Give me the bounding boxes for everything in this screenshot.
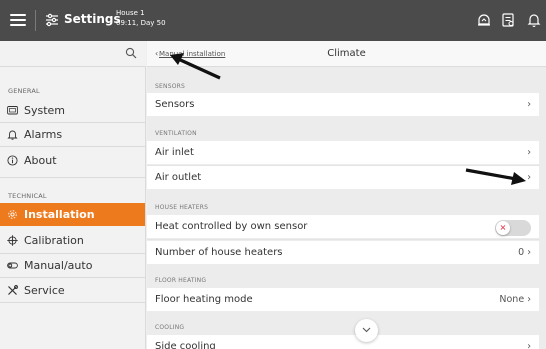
sidebar-item-about[interactable]: About [0,149,145,172]
notes-icon[interactable] [500,12,516,28]
chevron-down-icon [362,327,371,333]
house-info[interactable]: House 1 09:11, Day 50 [116,8,166,28]
app-title: Settings [64,12,121,26]
sidebar-item-calibration[interactable]: Calibration [0,229,145,252]
row-floor-heating-mode[interactable]: Floor heating mode None › [147,288,539,311]
chevron-right-icon: › [527,99,531,110]
row-label: Side cooling [155,341,216,349]
heat-controlled-toggle[interactable]: × [495,220,531,236]
topbar-divider [35,10,36,31]
row-side-cooling[interactable]: Side cooling › [147,335,539,349]
row-heat-controlled[interactable]: Heat controlled by own sensor × [147,215,539,238]
sidebar-item-label: Manual/auto [24,259,93,272]
chevron-right-icon: › [527,147,531,158]
sidebar-item-label: Alarms [24,128,63,141]
sidebar-search[interactable] [0,41,146,67]
sidebar: GENERAL System Alarms About TECHNICAL In… [0,41,146,349]
annotation-arrow-air-outlet [465,168,526,185]
sidebar-item-label: About [24,154,57,167]
row-sensors[interactable]: Sensors › [147,93,539,116]
row-value: 0 › [518,247,531,258]
sidebar-item-manual-auto[interactable]: Manual/auto [0,254,145,277]
sidebar-item-system[interactable]: System [0,99,145,122]
close-icon: × [496,221,510,235]
sidebar-item-label: Calibration [24,234,84,247]
section-label-sensors: SENSORS [155,83,185,90]
toggle-icon [7,262,18,269]
house-name: House 1 [116,9,145,17]
search-icon[interactable] [125,47,137,59]
menu-icon[interactable] [10,11,26,29]
row-label: Heat controlled by own sensor [155,221,308,232]
row-value: None › [499,294,531,305]
tools-icon [8,285,18,295]
section-label-general: GENERAL [8,87,40,95]
monitor-icon [7,106,18,115]
section-label-ventilation: VENTILATION [155,130,197,137]
section-label-technical: TECHNICAL [8,192,47,200]
notification-bell-icon[interactable] [526,12,542,28]
main-content: ‹ Manual installation Climate SENSORS Se… [147,41,546,349]
settings-sliders-icon [46,13,58,27]
section-label-floor-heating: FLOOR HEATING [155,277,207,284]
row-label: Number of house heaters [155,247,283,258]
section-label-house-heaters: HOUSE HEATERS [155,204,209,211]
info-icon [7,155,18,166]
chevron-right-icon: › [527,341,531,349]
section-label-cooling: COOLING [155,324,185,331]
top-bar: Settings House 1 09:11, Day 50 [0,0,546,41]
sidebar-item-label: Installation [24,208,95,221]
gear-icon [8,210,17,219]
sidebar-item-label: System [24,104,66,117]
annotation-arrow-back [170,53,221,80]
row-label: Floor heating mode [155,294,253,305]
crosshair-icon [7,235,18,246]
sidebar-item-alarms[interactable]: Alarms [0,123,145,146]
sidebar-item-service[interactable]: Service [0,279,145,302]
sidebar-item-installation[interactable]: Installation [0,203,145,226]
alarm-bell-icon[interactable] [476,12,492,28]
row-number-of-heaters[interactable]: Number of house heaters 0 › [147,241,539,264]
row-label: Air outlet [155,172,202,183]
house-time: 09:11, Day 50 [116,19,166,27]
bell-icon [7,130,18,140]
scroll-down-button[interactable] [355,319,378,342]
sidebar-item-label: Service [24,284,65,297]
row-label: Air inlet [155,147,194,158]
row-label: Sensors [155,99,195,110]
row-air-inlet[interactable]: Air inlet › [147,141,539,164]
